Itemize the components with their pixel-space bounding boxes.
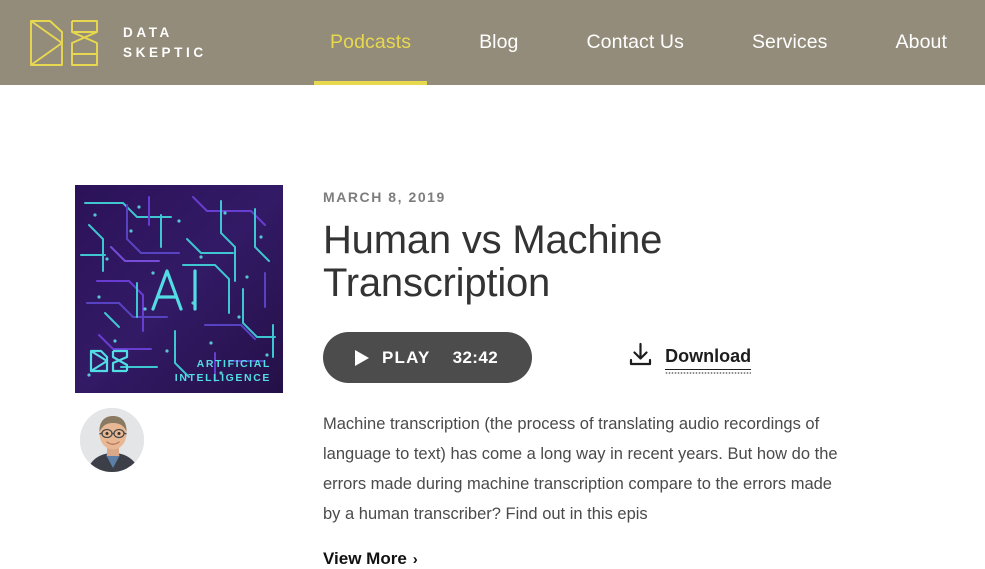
download-link[interactable]: Download	[627, 341, 752, 374]
download-arrow-icon	[627, 341, 654, 374]
site-header: DATA SKEPTIC Podcasts Blog Contact Us Se…	[0, 0, 985, 85]
play-button-label: PLAY	[382, 347, 431, 367]
ds-monogram-logo-icon	[28, 17, 106, 69]
page-main: ARTIFICIAL INTELLIGENCE MARCH 8, 2019 Hu…	[0, 85, 985, 569]
ai-circuit-board-cover-art[interactable]: ARTIFICIAL INTELLIGENCE	[75, 185, 283, 393]
episode-art-column: ARTIFICIAL INTELLIGENCE	[75, 185, 283, 473]
episode-detail-column: MARCH 8, 2019 Human vs Machine Transcrip…	[283, 185, 985, 569]
view-more-link[interactable]: View More ›	[323, 549, 418, 569]
chevron-right-icon: ›	[412, 550, 418, 568]
download-label: Download	[665, 346, 752, 374]
nav-item-blog[interactable]: Blog	[445, 0, 552, 85]
play-triangle-icon	[355, 349, 369, 366]
nav-item-services[interactable]: Services	[718, 0, 862, 85]
episode-title: Human vs Machine Transcription	[323, 218, 663, 306]
host-avatar-photo[interactable]	[79, 407, 145, 473]
play-button[interactable]: PLAY 32:42	[323, 332, 533, 384]
episode-card: ARTIFICIAL INTELLIGENCE MARCH 8, 2019 Hu…	[0, 85, 985, 569]
episode-description: Machine transcription (the process of tr…	[323, 415, 838, 524]
svg-text:INTELLIGENCE: INTELLIGENCE	[175, 372, 271, 384]
brand-logo-link[interactable]: DATA SKEPTIC	[28, 17, 207, 69]
brand-line-1: DATA	[123, 24, 173, 40]
main-navigation: Podcasts Blog Contact Us Services About	[296, 0, 985, 85]
svg-text:ARTIFICIAL: ARTIFICIAL	[197, 358, 271, 370]
nav-item-contact-us[interactable]: Contact Us	[553, 0, 718, 85]
brand-wordmark: DATA SKEPTIC	[123, 24, 207, 60]
nav-item-about[interactable]: About	[862, 0, 985, 85]
brand-line-2: SKEPTIC	[123, 45, 207, 60]
nav-item-podcasts[interactable]: Podcasts	[296, 0, 445, 85]
view-more-label: View More	[323, 549, 407, 569]
episode-date: MARCH 8, 2019	[323, 189, 446, 205]
episode-action-row: PLAY 32:42 Download	[323, 332, 985, 384]
episode-duration: 32:42	[452, 347, 499, 367]
